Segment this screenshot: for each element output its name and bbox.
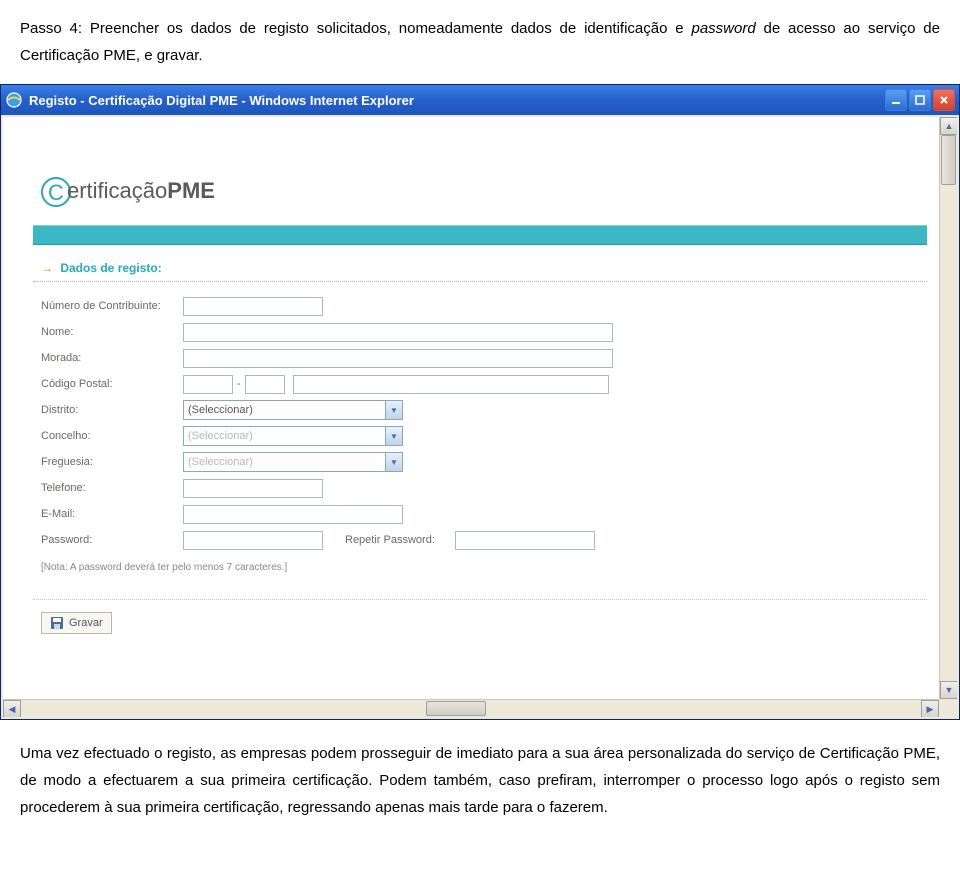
horizontal-scrollbar[interactable]: ◀ ▶ <box>3 699 939 717</box>
header-band <box>33 225 927 245</box>
browser-window: Registo - Certificação Digital PME - Win… <box>0 84 960 720</box>
chevron-down-icon: ▼ <box>385 401 402 419</box>
scroll-left-icon[interactable]: ◀ <box>3 700 21 717</box>
cp-dash: - <box>233 378 245 390</box>
label-freguesia: Freguesia: <box>33 456 183 468</box>
label-cp: Código Postal: <box>33 378 183 390</box>
label-concelho: Concelho: <box>33 430 183 442</box>
label-distrito: Distrito: <box>33 404 183 416</box>
close-button[interactable] <box>933 89 955 111</box>
input-localidade[interactable] <box>293 375 609 394</box>
vertical-scrollbar[interactable]: ▲ ▼ <box>939 117 957 699</box>
input-cp1[interactable] <box>183 375 233 394</box>
input-morada[interactable] <box>183 349 613 368</box>
input-email[interactable] <box>183 505 403 524</box>
label-nome: Nome: <box>33 326 183 338</box>
input-telefone[interactable] <box>183 479 323 498</box>
doc-para1-text-a: Passo 4: Preencher os dados de registo s… <box>20 20 691 37</box>
section-title: Dados de registo: <box>60 261 161 275</box>
scroll-up-icon[interactable]: ▲ <box>940 117 957 135</box>
chevron-down-icon: ▼ <box>385 453 402 471</box>
label-repeat-password: Repetir Password: <box>345 534 455 546</box>
scroll-thumb-v[interactable] <box>941 135 956 185</box>
doc-para1-italic: password <box>691 20 755 37</box>
input-repeat-password[interactable] <box>455 531 595 550</box>
select-concelho[interactable]: (Seleccionar) ▼ <box>183 426 403 446</box>
registration-form: Número de Contribuinte: Nome: Morada: Có… <box>33 294 927 634</box>
label-password: Password: <box>33 534 183 546</box>
label-nif: Número de Contribuinte: <box>33 300 183 312</box>
chevron-down-icon: ▼ <box>385 427 402 445</box>
arrow-icon: → <box>41 261 53 275</box>
select-distrito[interactable]: (Seleccionar) ▼ <box>183 400 403 420</box>
label-telefone: Telefone: <box>33 482 183 494</box>
scroll-right-icon[interactable]: ▶ <box>921 700 939 717</box>
save-button-label: Gravar <box>69 617 103 629</box>
save-button[interactable]: Gravar <box>41 612 112 634</box>
label-email: E-Mail: <box>33 508 183 520</box>
scroll-corner <box>939 699 957 717</box>
password-note: [Nota: A password deverá ter pelo menos … <box>33 554 927 587</box>
maximize-button[interactable] <box>909 89 931 111</box>
label-morada: Morada: <box>33 352 183 364</box>
select-freguesia[interactable]: (Seleccionar) ▼ <box>183 452 403 472</box>
ie-icon <box>5 91 23 109</box>
input-nome[interactable] <box>183 323 613 342</box>
logo-text-a: ertificação <box>67 178 167 203</box>
window-titlebar[interactable]: Registo - Certificação Digital PME - Win… <box>1 85 959 115</box>
doc-paragraph-2: Uma vez efectuado o registo, as empresas… <box>0 740 960 821</box>
doc-paragraph-1: Passo 4: Preencher os dados de registo s… <box>0 15 960 69</box>
window-title: Registo - Certificação Digital PME - Win… <box>29 93 885 108</box>
floppy-icon <box>50 616 64 630</box>
logo: CertificaçãoPME <box>41 177 927 207</box>
logo-text-b: PME <box>167 178 215 203</box>
input-password[interactable] <box>183 531 323 550</box>
separator <box>33 599 927 600</box>
scroll-down-icon[interactable]: ▼ <box>940 681 957 699</box>
input-cp2[interactable] <box>245 375 285 394</box>
select-distrito-value: (Seleccionar) <box>188 404 253 416</box>
input-nif[interactable] <box>183 297 323 316</box>
minimize-button[interactable] <box>885 89 907 111</box>
section-header: → Dados de registo: <box>33 255 927 282</box>
scroll-thumb-h[interactable] <box>426 701 486 716</box>
select-freguesia-value: (Seleccionar) <box>188 456 253 468</box>
select-concelho-value: (Seleccionar) <box>188 430 253 442</box>
browser-viewport: CertificaçãoPME → Dados de registo: Núme… <box>3 117 957 717</box>
